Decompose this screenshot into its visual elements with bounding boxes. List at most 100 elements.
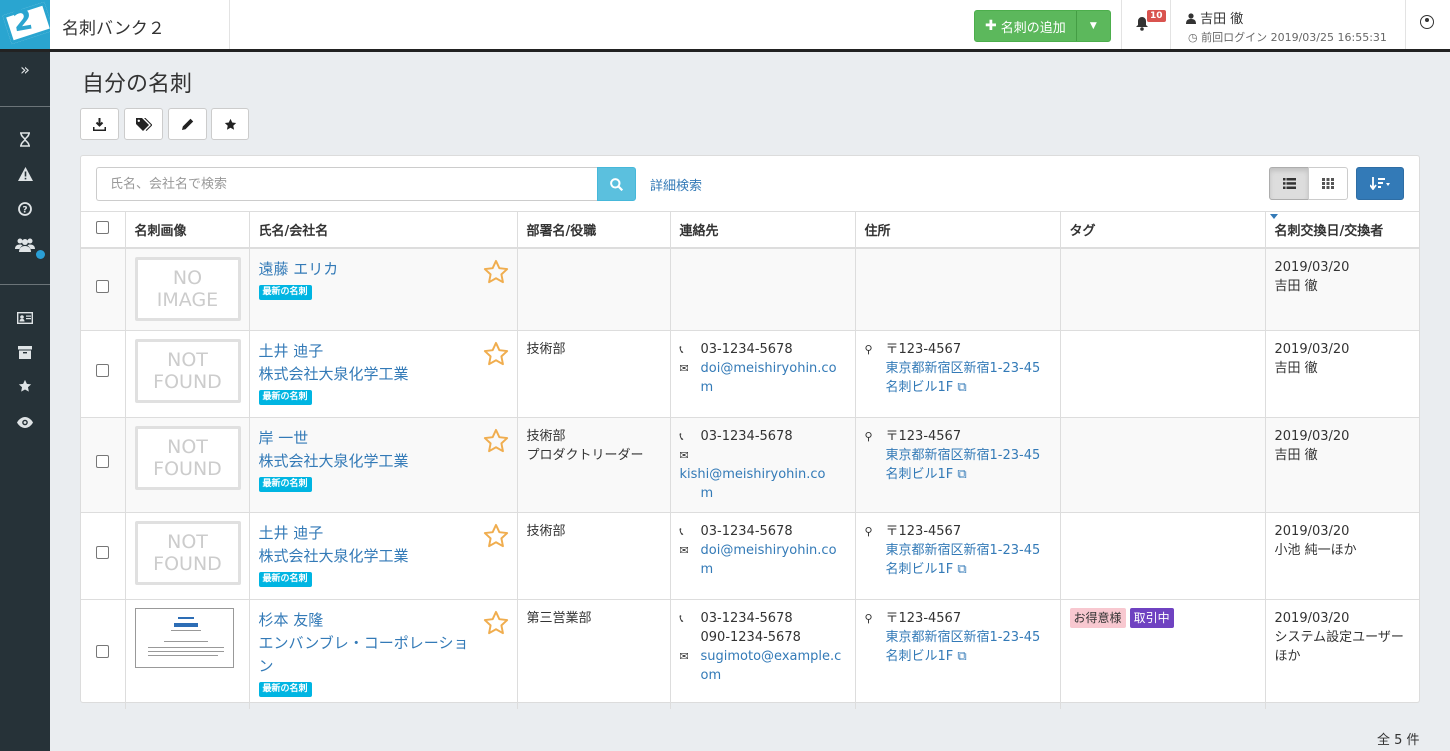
sort-button[interactable] — [1356, 167, 1404, 200]
user-name[interactable]: 吉田 徹 — [1186, 8, 1243, 27]
column-header-tags[interactable]: タグ — [1060, 211, 1266, 249]
person-name-link[interactable]: 岸 一世 — [259, 427, 474, 450]
star-icon[interactable] — [0, 379, 50, 397]
advanced-search-link[interactable]: 詳細検索 — [650, 175, 702, 194]
address-building-link[interactable]: 名刺ビル1F ⧉ — [886, 562, 967, 577]
postal-code: 〒123-4567 — [885, 428, 962, 444]
row-checkbox[interactable] — [96, 364, 110, 377]
company-name-link[interactable]: エンバンブレ・コーポレーション — [259, 632, 474, 678]
favorite-star-icon[interactable] — [483, 610, 509, 636]
address-cell: ⚲ 〒123-4567 東京都新宿区新宿1-23-45 名刺ビル1F ⧉ — [855, 598, 1061, 709]
exchange-cell: 2019/03/20 吉田 徹 — [1265, 329, 1419, 417]
column-header-exchange-date[interactable]: 名刺交換日/交換者 — [1265, 211, 1419, 249]
email-link-continuation[interactable]: m — [701, 380, 714, 395]
column-header-address[interactable]: 住所 — [855, 211, 1061, 249]
warning-icon[interactable] — [0, 167, 50, 185]
address-line-link[interactable]: 東京都新宿区新宿1-23-45 — [886, 361, 1041, 376]
email-link-continuation[interactable]: m — [701, 562, 714, 577]
exchange-cell: 2019/03/20 システム設定ユーザーほか — [1265, 598, 1419, 709]
star-icon — [224, 118, 236, 130]
tag-label[interactable]: お得意様 — [1069, 607, 1126, 628]
add-card-button[interactable]: ✚ 名刺の追加 ▼ — [974, 10, 1111, 42]
address-building-link[interactable]: 名刺ビル1F ⧉ — [886, 467, 967, 482]
favorite-star-icon[interactable] — [483, 259, 509, 285]
dept-cell: 技術部 — [517, 511, 671, 599]
favorite-star-icon[interactable] — [483, 523, 509, 549]
person-name-link[interactable]: 杉本 友隆 — [259, 609, 474, 632]
email-link[interactable]: kishi@meishiryohin.co — [680, 467, 826, 482]
table-row[interactable]: NOT FOUND 土井 迪子 株式会社大泉化学工業 最新の名刺 技術部 📞︎ 03… — [81, 511, 1419, 599]
last-login-text: 前回ログイン 2019/03/25 16:55:31 — [1201, 31, 1387, 44]
id-card-icon[interactable] — [0, 310, 50, 328]
search-button[interactable] — [597, 167, 636, 201]
add-card-dropdown-caret-icon[interactable]: ▼ — [1077, 21, 1110, 31]
email-link-continuation[interactable]: om — [701, 668, 722, 683]
row-checkbox[interactable] — [96, 279, 110, 293]
email-link[interactable]: sugimoto@example.c — [701, 649, 842, 664]
company-name-link[interactable]: 株式会社大泉化学工業 — [259, 363, 474, 386]
business-card-thumbnail[interactable] — [134, 607, 234, 668]
grid-view-button[interactable] — [1308, 167, 1348, 200]
placeholder-text: NOT — [167, 530, 208, 553]
favorite-star-icon[interactable] — [483, 428, 509, 454]
mobile-number: 090-1234-5678 — [700, 629, 801, 645]
address-building-link[interactable]: 名刺ビル1F ⧉ — [886, 380, 967, 395]
company-name-link[interactable]: 株式会社大泉化学工業 — [259, 545, 474, 568]
row-checkbox[interactable] — [96, 455, 110, 468]
svg-text:?: ? — [22, 206, 27, 216]
search-input[interactable] — [96, 167, 597, 201]
company-name-link[interactable]: 株式会社大泉化学工業 — [259, 450, 474, 473]
not-found-placeholder[interactable]: NOT FOUND — [134, 520, 241, 585]
favorite-button[interactable] — [211, 108, 249, 140]
double-chevron-right-icon[interactable]: » — [0, 60, 50, 79]
address-building-link[interactable]: 名刺ビル1F ⧉ — [886, 649, 967, 664]
column-header-name[interactable]: 氏名/会社名 — [249, 211, 518, 249]
table-row[interactable]: NOT FOUND 土井 迪子 株式会社大泉化学工業 最新の名刺 技術部 📞︎ 03… — [81, 329, 1419, 417]
column-header-contact[interactable]: 連絡先 — [670, 211, 856, 249]
no-image-placeholder[interactable]: NO IMAGE — [134, 256, 241, 321]
eye-icon[interactable] — [0, 414, 50, 432]
table-row[interactable]: 杉本 友隆 エンバンブレ・コーポレーション 最新の名刺 第三営業部 📞︎ 03-1… — [81, 598, 1419, 709]
tags-button[interactable] — [124, 108, 163, 140]
row-select-cell — [81, 329, 126, 417]
not-found-placeholder[interactable]: NOT FOUND — [134, 425, 241, 490]
exchanger-name: 吉田 徹 — [1274, 278, 1318, 294]
phone-number: 03-1234-5678 — [700, 610, 793, 626]
person-name-link[interactable]: 遠藤 エリカ — [259, 258, 474, 281]
row-checkbox[interactable] — [96, 644, 110, 658]
account-circle-icon[interactable] — [1420, 15, 1434, 29]
table-row[interactable]: NO IMAGE 遠藤 エリカ 最新の名刺 2019/03/20 吉田 徹 — [81, 247, 1419, 330]
select-all-checkbox[interactable] — [96, 220, 110, 234]
card-image-cell: NOT FOUND — [125, 416, 250, 512]
address-line-link[interactable]: 東京都新宿区新宿1-23-45 — [886, 630, 1041, 645]
person-name-link[interactable]: 土井 迪子 — [259, 522, 474, 545]
archive-icon[interactable] — [0, 345, 50, 363]
list-view-button[interactable] — [1269, 167, 1309, 200]
table-row[interactable]: NOT FOUND 岸 一世 株式会社大泉化学工業 最新の名刺 技術部 プロダクト… — [81, 416, 1419, 512]
app-logo[interactable]: 2 — [0, 0, 50, 49]
address-line-link[interactable]: 東京都新宿区新宿1-23-45 — [886, 543, 1041, 558]
person-name-link[interactable]: 土井 迪子 — [259, 340, 474, 363]
email-link[interactable]: doi@meishiryohin.co — [701, 361, 837, 376]
dept-cell — [517, 247, 671, 330]
tag-label[interactable]: 取引中 — [1129, 607, 1174, 628]
email-link-continuation[interactable]: m — [701, 486, 714, 501]
exchanger-name: 吉田 徹 — [1274, 447, 1318, 463]
address-line-link[interactable]: 東京都新宿区新宿1-23-45 — [886, 448, 1041, 463]
edit-button[interactable] — [168, 108, 207, 140]
column-header-dept[interactable]: 部署名/役職 — [517, 211, 671, 249]
not-found-placeholder[interactable]: NOT FOUND — [134, 338, 241, 403]
card-thumbnail-line — [163, 640, 208, 642]
email-link[interactable]: doi@meishiryohin.co — [701, 543, 837, 558]
favorite-star-icon[interactable] — [483, 341, 509, 367]
phone-icon: 📞︎ — [679, 429, 684, 443]
download-button[interactable] — [80, 108, 119, 140]
last-login-info: ◷ 前回ログイン 2019/03/25 16:55:31 — [1188, 29, 1387, 45]
latest-card-badge: 最新の名刺 — [258, 284, 312, 300]
hourglass-icon[interactable] — [0, 132, 50, 151]
column-header-image[interactable]: 名刺画像 — [125, 211, 250, 249]
users-icon[interactable] — [0, 237, 50, 259]
phone-number: 03-1234-5678 — [700, 341, 793, 357]
question-icon[interactable]: ? — [0, 202, 50, 220]
row-checkbox[interactable] — [96, 546, 110, 559]
